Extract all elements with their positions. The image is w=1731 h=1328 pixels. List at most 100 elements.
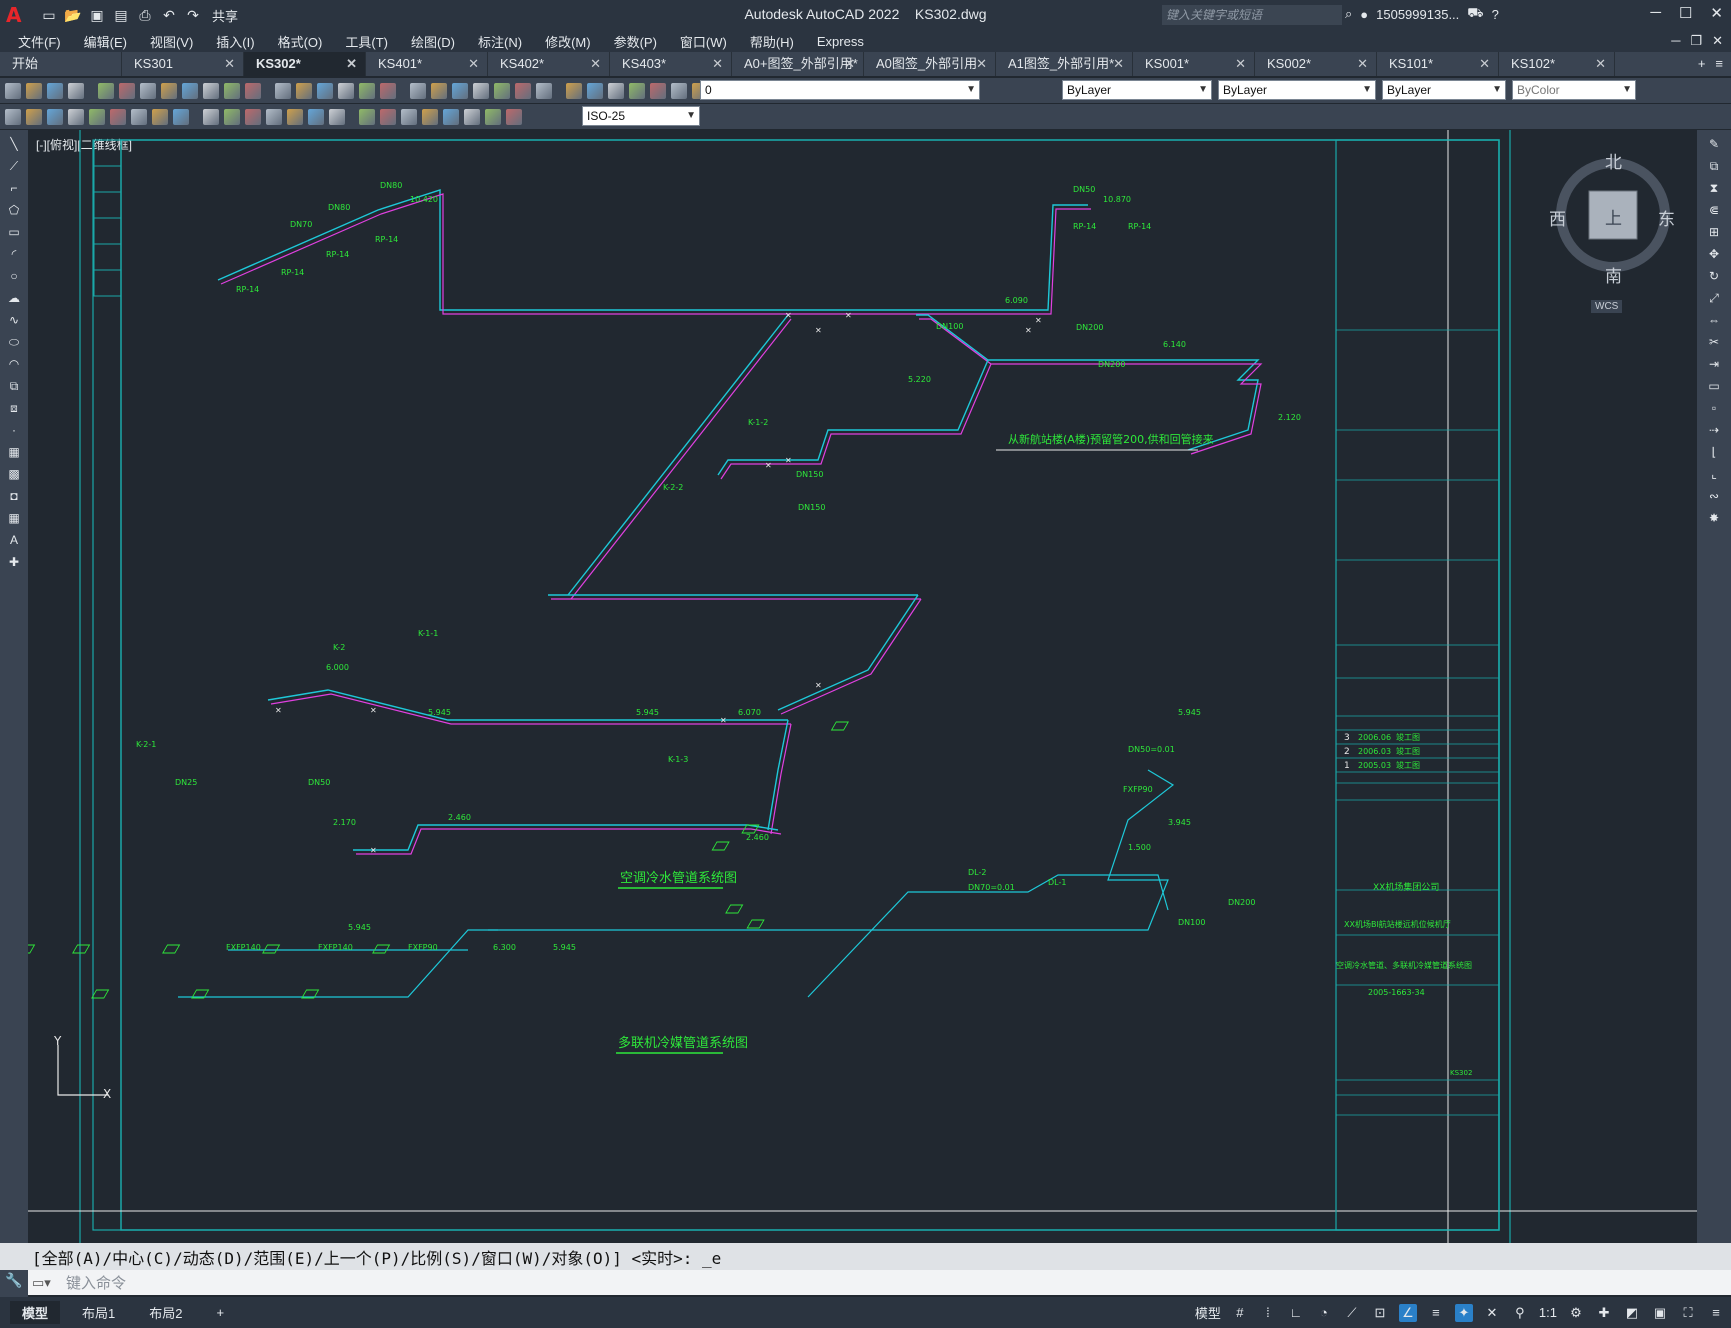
- pipe-label[interactable]: 10.870: [1103, 195, 1131, 204]
- ellipse-icon[interactable]: ⬭: [6, 334, 22, 350]
- fillet-icon[interactable]: ⌞: [1706, 466, 1722, 482]
- autocad-logo-icon[interactable]: A: [6, 4, 30, 26]
- menu-modify[interactable]: 修改(M): [545, 32, 591, 51]
- tab-ks002[interactable]: KS002* ✕: [1255, 52, 1377, 76]
- redo-icon[interactable]: ↷: [184, 7, 202, 23]
- toolbar-tool-icon[interactable]: [452, 82, 468, 99]
- toolbar-tool-icon[interactable]: [266, 108, 282, 125]
- pipe-label[interactable]: 5.945: [1178, 708, 1201, 717]
- indoor-unit[interactable]: [725, 904, 744, 914]
- east-label[interactable]: 东: [1658, 205, 1675, 230]
- open-icon[interactable]: 📂: [64, 7, 82, 23]
- scale-value[interactable]: 1:1: [1539, 1305, 1557, 1320]
- tab-ks402[interactable]: KS402* ✕: [488, 52, 610, 76]
- menu-file[interactable]: 文件(F): [18, 32, 61, 51]
- tab-start[interactable]: 开始: [0, 52, 122, 76]
- toolbar-tool-icon[interactable]: [422, 108, 438, 125]
- isolate-icon[interactable]: ◩: [1623, 1304, 1641, 1322]
- tab-ks101[interactable]: KS101* ✕: [1377, 52, 1499, 76]
- command-prompt-icon[interactable]: ▭▾: [32, 1275, 51, 1291]
- pipe-label[interactable]: 6.070: [738, 708, 761, 717]
- pipe-label[interactable]: DL-2: [968, 868, 986, 877]
- menu-draw[interactable]: 绘图(D): [411, 32, 455, 51]
- tab-close-icon[interactable]: ✕: [1357, 52, 1368, 76]
- pipe-label[interactable]: 5.945: [428, 708, 451, 717]
- revision-desc[interactable]: 竣工图: [1396, 746, 1420, 756]
- doc-minimize-icon[interactable]: ─: [1671, 33, 1680, 49]
- indoor-unit[interactable]: [711, 841, 730, 851]
- toolbar-tool-icon[interactable]: [473, 82, 489, 99]
- annotation-scale-icon[interactable]: ⚲: [1511, 1304, 1529, 1322]
- toolbar-tool-icon[interactable]: [338, 82, 354, 99]
- trim-icon[interactable]: ✂: [1706, 334, 1722, 350]
- indoor-unit[interactable]: [262, 944, 281, 954]
- clean-screen-icon[interactable]: ⛶: [1679, 1304, 1697, 1322]
- share-button[interactable]: 共享: [212, 6, 238, 25]
- doc-close-icon[interactable]: ✕: [1712, 33, 1723, 49]
- search-input[interactable]: 键入关键字或短语: [1162, 5, 1342, 25]
- toolbar-tool-icon[interactable]: [317, 82, 333, 99]
- pipe-label[interactable]: 6.140: [1163, 340, 1186, 349]
- tab-layout1[interactable]: 布局1: [70, 1301, 127, 1324]
- pipe-label[interactable]: 1.500: [1128, 843, 1151, 852]
- pipe-label[interactable]: DN70=0.01: [968, 883, 1015, 892]
- pipe-label[interactable]: 6.300: [493, 943, 516, 952]
- system-title-chilled-water[interactable]: 空调冷水管道系统图: [620, 871, 737, 886]
- toolbar-tool-icon[interactable]: [629, 82, 645, 99]
- pipe-label[interactable]: 2.170: [333, 818, 356, 827]
- viewcube[interactable]: 北 南 东 西 上 WCS: [1549, 150, 1675, 313]
- break-icon[interactable]: ▭: [1706, 378, 1722, 394]
- indoor-unit[interactable]: [72, 944, 91, 954]
- pipe-label[interactable]: FXFP90: [408, 943, 438, 952]
- tab-ks102[interactable]: KS102* ✕: [1499, 52, 1615, 76]
- menu-parametric[interactable]: 参数(P): [614, 32, 657, 51]
- new-icon[interactable]: ▭: [40, 7, 58, 23]
- valve-symbol[interactable]: ✕: [1035, 316, 1042, 325]
- join-icon[interactable]: ⇢: [1706, 422, 1722, 438]
- toolbar-tool-icon[interactable]: [275, 82, 291, 99]
- toolbar-tool-icon[interactable]: [182, 82, 198, 99]
- pipe-label[interactable]: 10.420: [410, 195, 438, 204]
- toolbar-tool-icon[interactable]: [47, 82, 63, 99]
- toolbar-tool-icon[interactable]: [515, 82, 531, 99]
- region-icon[interactable]: ◘: [6, 488, 22, 504]
- pipe-label[interactable]: DN200: [1076, 323, 1103, 332]
- pipe-label[interactable]: 2.120: [1278, 413, 1301, 422]
- tab-close-icon[interactable]: ✕: [844, 52, 855, 76]
- side-box[interactable]: [93, 243, 122, 271]
- customize-status-icon[interactable]: ≡: [1707, 1304, 1725, 1322]
- toolbar-tool-icon[interactable]: [464, 108, 480, 125]
- pipe-label[interactable]: DN25: [175, 778, 197, 787]
- valve-symbol[interactable]: ✕: [765, 461, 772, 470]
- valve-symbol[interactable]: ✕: [720, 716, 727, 725]
- linetype-dropdown[interactable]: ByLayer ▼: [1218, 80, 1376, 100]
- pipe-label[interactable]: RP-14: [375, 235, 398, 244]
- revision-date[interactable]: 2006.06: [1358, 733, 1391, 742]
- circle-icon[interactable]: ○: [6, 268, 22, 284]
- toolbar-tool-icon[interactable]: [203, 82, 219, 99]
- pipe-label[interactable]: 6.090: [1005, 296, 1028, 305]
- tab-close-icon[interactable]: ✕: [224, 52, 235, 76]
- osnap-icon[interactable]: ⊡: [1371, 1304, 1389, 1322]
- tab-close-icon[interactable]: ✕: [1595, 52, 1606, 76]
- menu-edit[interactable]: 编辑(E): [84, 32, 127, 51]
- indoor-unit[interactable]: [91, 989, 110, 999]
- tab-close-icon[interactable]: ✕: [590, 52, 601, 76]
- add-selected-icon[interactable]: ✚: [6, 554, 22, 570]
- toolbar-tool-icon[interactable]: [443, 108, 459, 125]
- pipe-label[interactable]: DN200: [1098, 360, 1125, 369]
- pipe-label[interactable]: DN70: [290, 220, 312, 229]
- sheet-code[interactable]: KS302: [1450, 1069, 1472, 1077]
- mtext-icon[interactable]: A: [6, 532, 22, 548]
- toolbar-tool-icon[interactable]: [5, 82, 21, 99]
- search-icon[interactable]: ⌕: [1345, 6, 1352, 22]
- toolbar-tool-icon[interactable]: [650, 82, 666, 99]
- pipe-label[interactable]: K-2-2: [663, 483, 683, 492]
- toolbar-tool-icon[interactable]: [5, 108, 21, 125]
- toolbar-tool-icon[interactable]: [308, 108, 324, 125]
- toolbar-tool-icon[interactable]: [224, 82, 240, 99]
- tab-ks001[interactable]: KS001* ✕: [1133, 52, 1255, 76]
- pipe-label[interactable]: FXFP140: [318, 943, 353, 952]
- pipe-label[interactable]: DN50: [308, 778, 330, 787]
- hardware-accel-icon[interactable]: ▣: [1651, 1304, 1669, 1322]
